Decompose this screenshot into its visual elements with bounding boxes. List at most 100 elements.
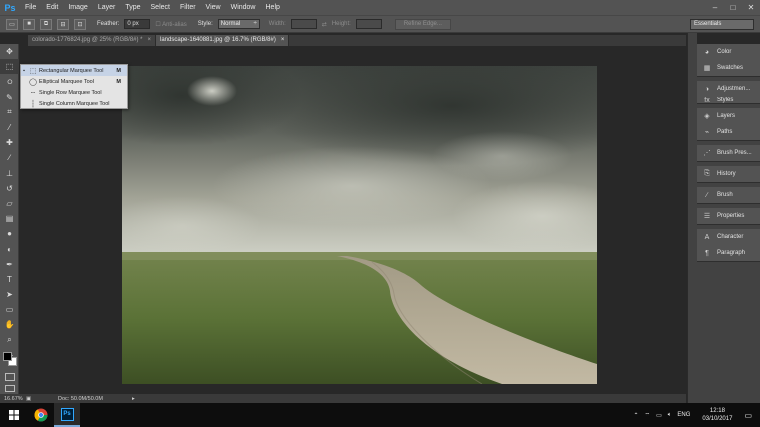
menu-type[interactable]: Type (120, 4, 145, 11)
menu-filter[interactable]: Filter (175, 4, 201, 11)
healing-brush-tool-icon[interactable]: ✚ (0, 135, 19, 150)
quick-mask-icon[interactable] (5, 373, 15, 381)
tools-panel: ✥ ⬚ ഠ ✎ ⌗ ⁄ ✚ ∕ ⊥ ↺ ▱ ▤ ● ◐ ✒ T ➤ ▭ ✋ ⌕ … (0, 44, 19, 400)
ellipse-marquee-icon: ◯ (29, 78, 37, 86)
marquee-tool-icon[interactable]: ⬚ (0, 59, 19, 75)
panel-styles[interactable]: fx Styles (697, 97, 760, 103)
panel-history[interactable]: ⎘ History (697, 166, 760, 182)
language-indicator[interactable]: ENG (677, 412, 690, 418)
intersect-selection-icon[interactable]: ⊡ (74, 18, 86, 30)
panel-label: Paragraph (717, 250, 746, 256)
antialias-checkbox[interactable]: ☐ Anti-alias (155, 21, 186, 28)
status-bar: 16.67% ▣ Doc: 50.0M/50.0M ▸ (0, 394, 686, 403)
menu-edit[interactable]: Edit (41, 4, 63, 11)
notification-icon[interactable]: ▭ (656, 412, 662, 419)
flyout-item-label: Rectangular Marquee Tool (39, 67, 104, 74)
style-select[interactable]: Normal (217, 19, 260, 29)
width-input[interactable] (290, 19, 317, 29)
panel-color[interactable]: ◕ Color (697, 44, 760, 60)
network-icon[interactable]: ⌔ (644, 411, 650, 419)
minimize-button[interactable]: ‒ (706, 0, 724, 15)
tab-close-icon[interactable]: × (281, 35, 285, 46)
single-row-icon: ┄ (30, 89, 36, 97)
panel-layers[interactable]: ◈ Layers (697, 108, 760, 124)
photoshop-taskbar-icon[interactable]: Ps (54, 403, 80, 427)
foreground-color-swatch[interactable] (3, 352, 12, 361)
windows-start-icon[interactable] (0, 403, 28, 427)
tray-chevron-icon[interactable]: ⌃ (633, 412, 638, 419)
type-tool-icon[interactable]: T (0, 272, 19, 287)
status-info-icon[interactable]: ▣ (26, 396, 34, 402)
flyout-elliptical-marquee[interactable]: ◯ Elliptical Marquee Tool M (21, 76, 127, 87)
volume-icon[interactable]: 🔈︎ (668, 412, 672, 419)
panel-properties[interactable]: ☰ Properties (697, 208, 760, 224)
adjustments-icon: ◑ (704, 85, 710, 93)
height-input[interactable] (355, 19, 382, 29)
tab-close-icon[interactable]: × (148, 35, 152, 46)
new-selection-icon[interactable]: ■ (23, 18, 35, 30)
clone-stamp-tool-icon[interactable]: ⊥ (0, 166, 19, 181)
tab-landscape[interactable]: landscape-1640881.jpg @ 16.7% (RGB/8#) × (156, 35, 290, 46)
refine-edge-button[interactable]: Refine Edge... (394, 18, 451, 30)
flyout-single-column-marquee[interactable]: ┆ Single Column Marquee Tool (21, 98, 127, 109)
feather-input[interactable]: 0 px (124, 19, 151, 29)
flyout-single-row-marquee[interactable]: ┄ Single Row Marquee Tool (21, 87, 127, 98)
screen-mode-icon[interactable] (5, 385, 15, 392)
workspace-select[interactable]: Essentials (690, 19, 754, 30)
panel-adjustments[interactable]: ◑ Adjustmen... (697, 81, 760, 97)
panel-brush[interactable]: ∕ Brush (697, 187, 760, 203)
add-selection-icon[interactable]: ⧉ (40, 18, 52, 30)
subtract-selection-icon[interactable]: ⊟ (57, 18, 69, 30)
flyout-rectangular-marquee[interactable]: ▪ ⬚ Rectangular Marquee Tool M (21, 65, 127, 76)
clock[interactable]: 12:18 03/10/2017 (696, 407, 738, 423)
close-button[interactable]: ✕ (742, 0, 760, 15)
panel-label: Swatches (717, 65, 744, 71)
history-brush-tool-icon[interactable]: ↺ (0, 181, 19, 196)
lasso-tool-icon[interactable]: ഠ (0, 74, 19, 89)
panel-swatches[interactable]: ▦ Swatches (697, 60, 760, 76)
menu-select[interactable]: Select (146, 4, 175, 11)
status-arrow-icon[interactable]: ▸ (132, 396, 135, 402)
document-tabs: colorado-1776824.jpg @ 25% (RGB/8#) * × … (28, 35, 686, 46)
swap-icon[interactable]: ⇄ (322, 21, 327, 28)
menu-file[interactable]: File (20, 4, 41, 11)
color-wheel-icon: ◕ (704, 48, 710, 56)
layers-icon: ◈ (704, 113, 710, 120)
rectangle-tool-icon[interactable]: ▭ (0, 302, 19, 317)
zoom-tool-icon[interactable]: ⌕ (0, 333, 19, 348)
color-swatches[interactable] (3, 352, 17, 366)
blur-tool-icon[interactable]: ● (0, 226, 19, 241)
eyedropper-tool-icon[interactable]: ⁄ (0, 120, 19, 135)
maximize-button[interactable]: □ (724, 0, 742, 15)
tab-colorado[interactable]: colorado-1776824.jpg @ 25% (RGB/8#) * × (28, 35, 157, 46)
zoom-level[interactable]: 16.67% (0, 396, 26, 402)
menu-window[interactable]: Window (226, 4, 261, 11)
menu-view[interactable]: View (201, 4, 226, 11)
path-selection-tool-icon[interactable]: ➤ (0, 287, 19, 302)
eraser-tool-icon[interactable]: ▱ (0, 196, 19, 211)
styles-icon: fx (704, 97, 710, 103)
action-center-icon[interactable]: ▭ (744, 411, 752, 420)
panel-label: Brush (717, 192, 733, 198)
move-tool-icon[interactable]: ✥ (0, 44, 19, 59)
hand-tool-icon[interactable]: ✋ (0, 317, 19, 332)
panel-paths[interactable]: ⌁ Paths (697, 124, 760, 140)
panel-character[interactable]: A Character (697, 229, 760, 245)
menu-help[interactable]: Help (261, 4, 285, 11)
menu-layer[interactable]: Layer (93, 4, 121, 11)
pen-tool-icon[interactable]: ✒ (0, 257, 19, 272)
doc-size: Doc: 50.0M/50.0M (58, 395, 103, 402)
chrome-icon[interactable] (28, 403, 54, 427)
tool-preset-icon[interactable]: ▭ (6, 18, 18, 30)
crop-tool-icon[interactable]: ⌗ (0, 105, 19, 120)
dodge-tool-icon[interactable]: ◐ (0, 241, 19, 256)
menu-image[interactable]: Image (63, 4, 92, 11)
document-image[interactable] (122, 66, 597, 384)
panel-brush-presets[interactable]: ⋰ Brush Pres... (697, 145, 760, 161)
panel-paragraph[interactable]: ¶ Paragraph (697, 245, 760, 261)
marquee-tool-flyout: ▪ ⬚ Rectangular Marquee Tool M ◯ Ellipti… (20, 64, 128, 109)
brush-tool-icon[interactable]: ∕ (0, 150, 19, 165)
gradient-tool-icon[interactable]: ▤ (0, 211, 19, 226)
panel-column: ◕ Color ▦ Swatches ◑ Adjustmen... fx Styles … (697, 44, 760, 403)
quick-selection-tool-icon[interactable]: ✎ (0, 90, 19, 105)
